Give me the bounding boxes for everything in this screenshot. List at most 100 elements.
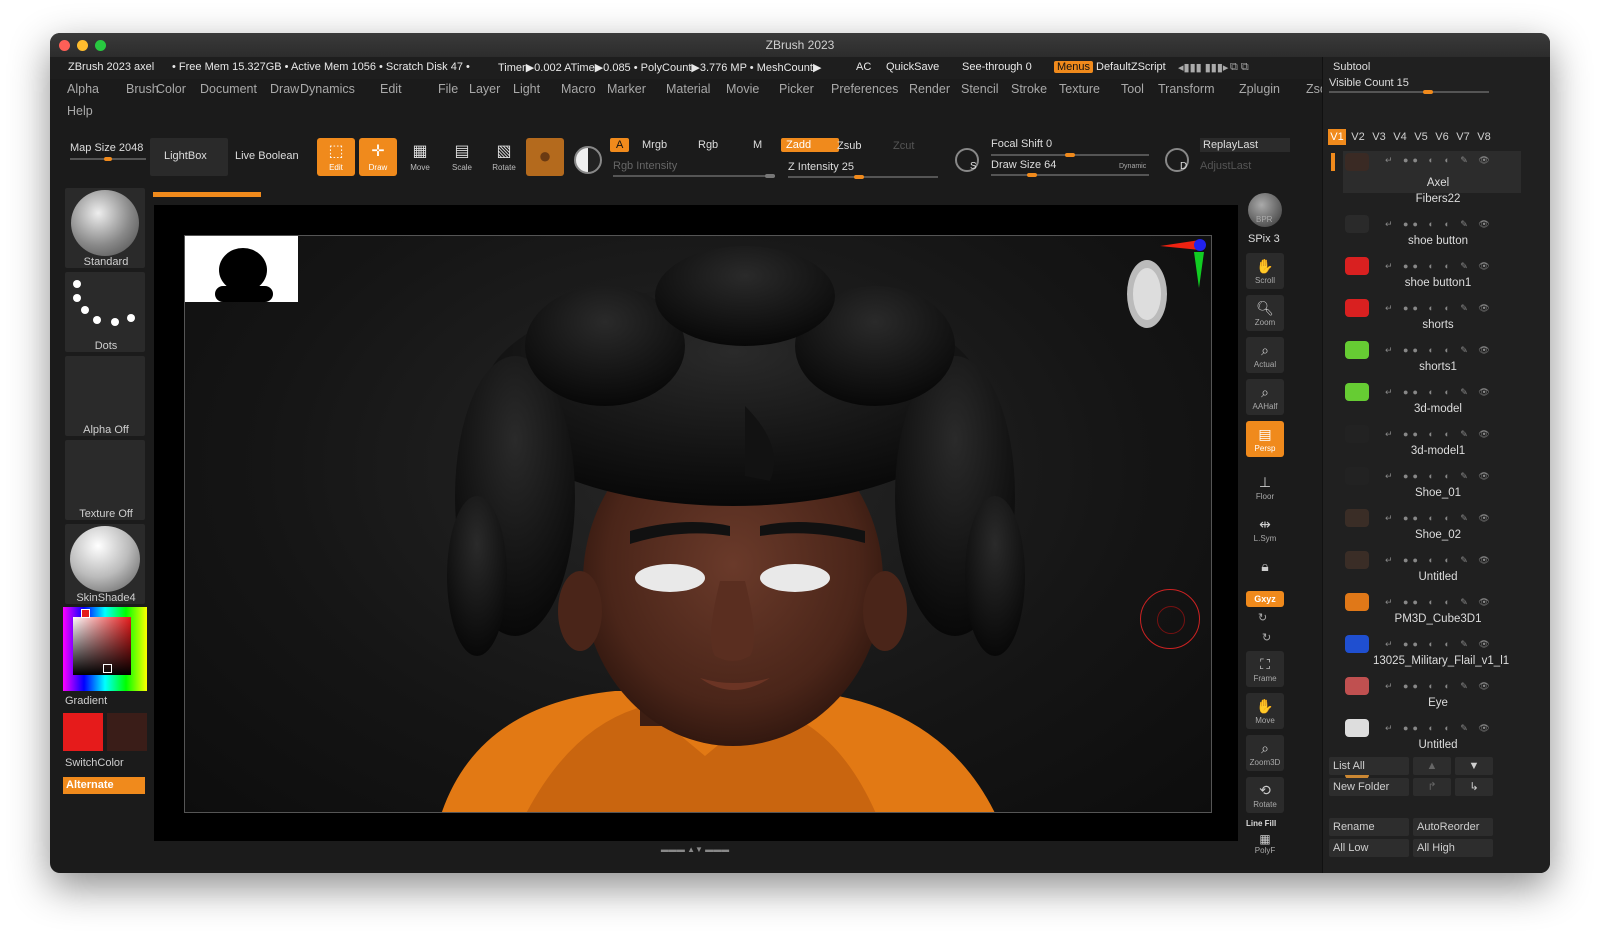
version-tab-v4[interactable]: V4 xyxy=(1391,129,1409,145)
mrgb-button[interactable]: Mrgb xyxy=(642,139,667,151)
map-size-label[interactable]: Map Size 2048 xyxy=(70,142,143,154)
menus-toggle[interactable]: Menus xyxy=(1054,61,1094,73)
z-intensity-slider[interactable]: Z Intensity 25 xyxy=(788,161,854,173)
menu-tool[interactable]: Tool xyxy=(1121,82,1144,96)
lsym-button[interactable]: ⇹ L.Sym xyxy=(1246,511,1284,547)
subtool-item[interactable]: Eye ↵ ●● ◐ ◐ ✎ 👁︎ xyxy=(1343,697,1521,739)
floor-button[interactable]: ⊥ Floor xyxy=(1246,469,1284,505)
menu-draw[interactable]: Draw xyxy=(270,82,299,96)
switch-color-button[interactable]: SwitchColor xyxy=(65,757,147,769)
menu-transform[interactable]: Transform xyxy=(1158,82,1215,96)
menu-file[interactable]: File xyxy=(438,82,458,96)
subtool-item[interactable]: shorts ↵ ●● ◐ ◐ ✎ 👁︎ xyxy=(1343,319,1521,361)
secondary-color-swatch[interactable] xyxy=(107,713,147,751)
move-view-button[interactable]: ✋ Move xyxy=(1246,693,1284,729)
menu-alpha[interactable]: Alpha xyxy=(67,82,99,96)
hue-marker-icon[interactable] xyxy=(81,609,90,618)
menu-preferences[interactable]: Preferences xyxy=(831,82,898,96)
scroll-button[interactable]: ✋ Scroll xyxy=(1246,253,1284,289)
z-intensity-track[interactable] xyxy=(788,175,938,179)
menu-layer[interactable]: Layer xyxy=(469,82,500,96)
rgb-intensity-track[interactable] xyxy=(613,174,775,178)
subtool-item[interactable]: shorts1 ↵ ●● ◐ ◐ ✎ 👁︎ xyxy=(1343,361,1521,403)
subtool-toggle-icons[interactable]: ↵ ●● ◐ ◐ ✎ 👁︎ xyxy=(1385,345,1521,355)
menu-texture[interactable]: Texture xyxy=(1059,82,1100,96)
subtool-toggle-icons[interactable]: ↵ ●● ◐ ◐ ✎ 👁︎ xyxy=(1385,429,1521,439)
subtool-toggle-icons[interactable]: ↵ ●● ◐ ◐ ✎ 👁︎ xyxy=(1385,219,1521,229)
map-size-slider[interactable] xyxy=(70,157,146,161)
version-tab-v7[interactable]: V7 xyxy=(1454,129,1472,145)
subtool-item[interactable]: Fibers22 ↵ ●● ◐ ◐ ✎ 👁︎ xyxy=(1343,193,1521,235)
menu-stencil[interactable]: Stencil xyxy=(961,82,999,96)
material-sphere-button[interactable]: ● xyxy=(526,138,564,176)
focal-shift-track[interactable] xyxy=(991,153,1149,157)
subtool-toggle-icons[interactable]: ↵ ●● ◐ ◐ ✎ 👁︎ xyxy=(1385,155,1521,165)
zadd-button[interactable]: Zadd xyxy=(781,138,840,152)
rotate-z-icon[interactable]: ↻ xyxy=(1262,631,1271,644)
zoom-button[interactable]: 🔍︎ Zoom xyxy=(1246,295,1284,331)
subtool-toggle-icons[interactable]: ↵ ●● ◐ ◐ ✎ 👁︎ xyxy=(1385,597,1521,607)
subtool-toggle-icons[interactable]: ↵ ●● ◐ ◐ ✎ 👁︎ xyxy=(1385,513,1521,523)
move-up-icon[interactable]: ▲ xyxy=(1413,757,1451,775)
dynamic-toggle[interactable]: Dynamic xyxy=(1119,163,1146,170)
menu-movie[interactable]: Movie xyxy=(726,82,759,96)
menu-brush[interactable]: Brush xyxy=(126,82,159,96)
rotate-y-icon[interactable]: ↻ xyxy=(1258,611,1267,624)
frame-button[interactable]: ⛶ Frame xyxy=(1246,651,1284,687)
subtool-toggle-icons[interactable]: ↵ ●● ◐ ◐ ✎ 👁︎ xyxy=(1385,471,1521,481)
subtool-toggle-icons[interactable]: ↵ ●● ◐ ◐ ✎ 👁︎ xyxy=(1385,639,1521,649)
main-color-swatch[interactable] xyxy=(63,713,103,751)
focal-shift-slider[interactable]: Focal Shift 0 xyxy=(991,138,1052,150)
subtool-item[interactable]: shoe button ↵ ●● ◐ ◐ ✎ 👁︎ xyxy=(1343,235,1521,277)
rotate-button[interactable]: ▧ Rotate xyxy=(485,138,523,176)
move-down-icon[interactable]: ▼ xyxy=(1455,757,1493,775)
list-all-button[interactable]: List All xyxy=(1329,757,1409,775)
version-tab-v5[interactable]: V5 xyxy=(1412,129,1430,145)
menu-document[interactable]: Document xyxy=(200,82,257,96)
spix-slider[interactable]: SPix 3 xyxy=(1248,233,1280,245)
menu-light[interactable]: Light xyxy=(513,82,540,96)
color-picker-square[interactable] xyxy=(73,617,131,675)
see-through-slider[interactable]: See-through 0 xyxy=(962,61,1032,73)
rgb-intensity-slider[interactable]: Rgb Intensity xyxy=(613,160,677,172)
color-picker[interactable] xyxy=(63,607,147,691)
replay-last-button[interactable]: ReplayLast xyxy=(1200,138,1291,152)
alternate-button[interactable]: Alternate xyxy=(63,777,145,794)
subtool-item[interactable]: Shoe_02 ↵ ●● ◐ ◐ ✎ 👁︎ xyxy=(1343,529,1521,571)
persp-button[interactable]: ▤ Persp xyxy=(1246,421,1284,457)
zsub-button[interactable]: Zsub xyxy=(837,140,861,152)
actual-button[interactable]: ⌕ Actual xyxy=(1246,337,1284,373)
subtool-item[interactable]: shoe button1 ↵ ●● ◐ ◐ ✎ 👁︎ xyxy=(1343,277,1521,319)
subtool-item[interactable]: 13025_Military_Flail_v1_l1 ↵ ●● ◐ ◐ ✎ 👁︎ xyxy=(1343,655,1521,697)
subtool-scroll-marker[interactable] xyxy=(1331,153,1335,171)
axis-gizmo-icon[interactable] xyxy=(1160,238,1210,298)
silhouette-thumbnail[interactable] xyxy=(185,236,298,302)
window-layout-icon[interactable]: ⧉ ⧉ xyxy=(1230,61,1249,74)
color-mode-icon[interactable] xyxy=(574,146,602,174)
subtool-toggle-icons[interactable]: ↵ ●● ◐ ◐ ✎ 👁︎ xyxy=(1385,681,1521,691)
menu-dynamics[interactable]: Dynamics xyxy=(300,82,355,96)
subtool-title[interactable]: Subtool xyxy=(1333,61,1370,73)
rotate-view-button[interactable]: ⟲ Rotate xyxy=(1246,777,1284,813)
layout-arrows-icon[interactable]: ◂▮▮▮ ▮▮▮▸ xyxy=(1178,61,1228,74)
bottom-tray-handle-icon[interactable]: ▬▬▬ ▲▼ ▬▬▬ xyxy=(640,845,750,855)
rgb-button[interactable]: Rgb xyxy=(698,139,718,151)
folder-move-icon[interactable]: ↱ xyxy=(1413,778,1451,796)
version-tab-v1[interactable]: V1 xyxy=(1328,129,1346,145)
version-tab-v6[interactable]: V6 xyxy=(1433,129,1451,145)
quicksave-button[interactable]: QuickSave xyxy=(886,61,939,73)
subtool-item[interactable]: PM3D_Cube3D1 ↵ ●● ◐ ◐ ✎ 👁︎ xyxy=(1343,613,1521,655)
subtool-item[interactable]: 3d-model ↵ ●● ◐ ◐ ✎ 👁︎ xyxy=(1343,403,1521,445)
subtool-toggle-icons[interactable]: ↵ ●● ◐ ◐ ✎ 👁︎ xyxy=(1385,303,1521,313)
menu-color[interactable]: Color xyxy=(156,82,186,96)
version-tab-v8[interactable]: V8 xyxy=(1475,129,1493,145)
3d-viewport[interactable] xyxy=(184,235,1212,813)
draw-button[interactable]: ✛ Draw xyxy=(359,138,397,176)
all-low-button[interactable]: All Low xyxy=(1329,839,1409,857)
default-zscript-button[interactable]: DefaultZScript xyxy=(1096,61,1166,73)
menu-render[interactable]: Render xyxy=(909,82,950,96)
xyz-button[interactable]: Gxyz xyxy=(1246,591,1284,607)
autoreorder-button[interactable]: AutoReorder xyxy=(1413,818,1493,836)
ac-button[interactable]: AC xyxy=(856,61,871,73)
subtool-item[interactable]: Shoe_01 ↵ ●● ◐ ◐ ✎ 👁︎ xyxy=(1343,487,1521,529)
